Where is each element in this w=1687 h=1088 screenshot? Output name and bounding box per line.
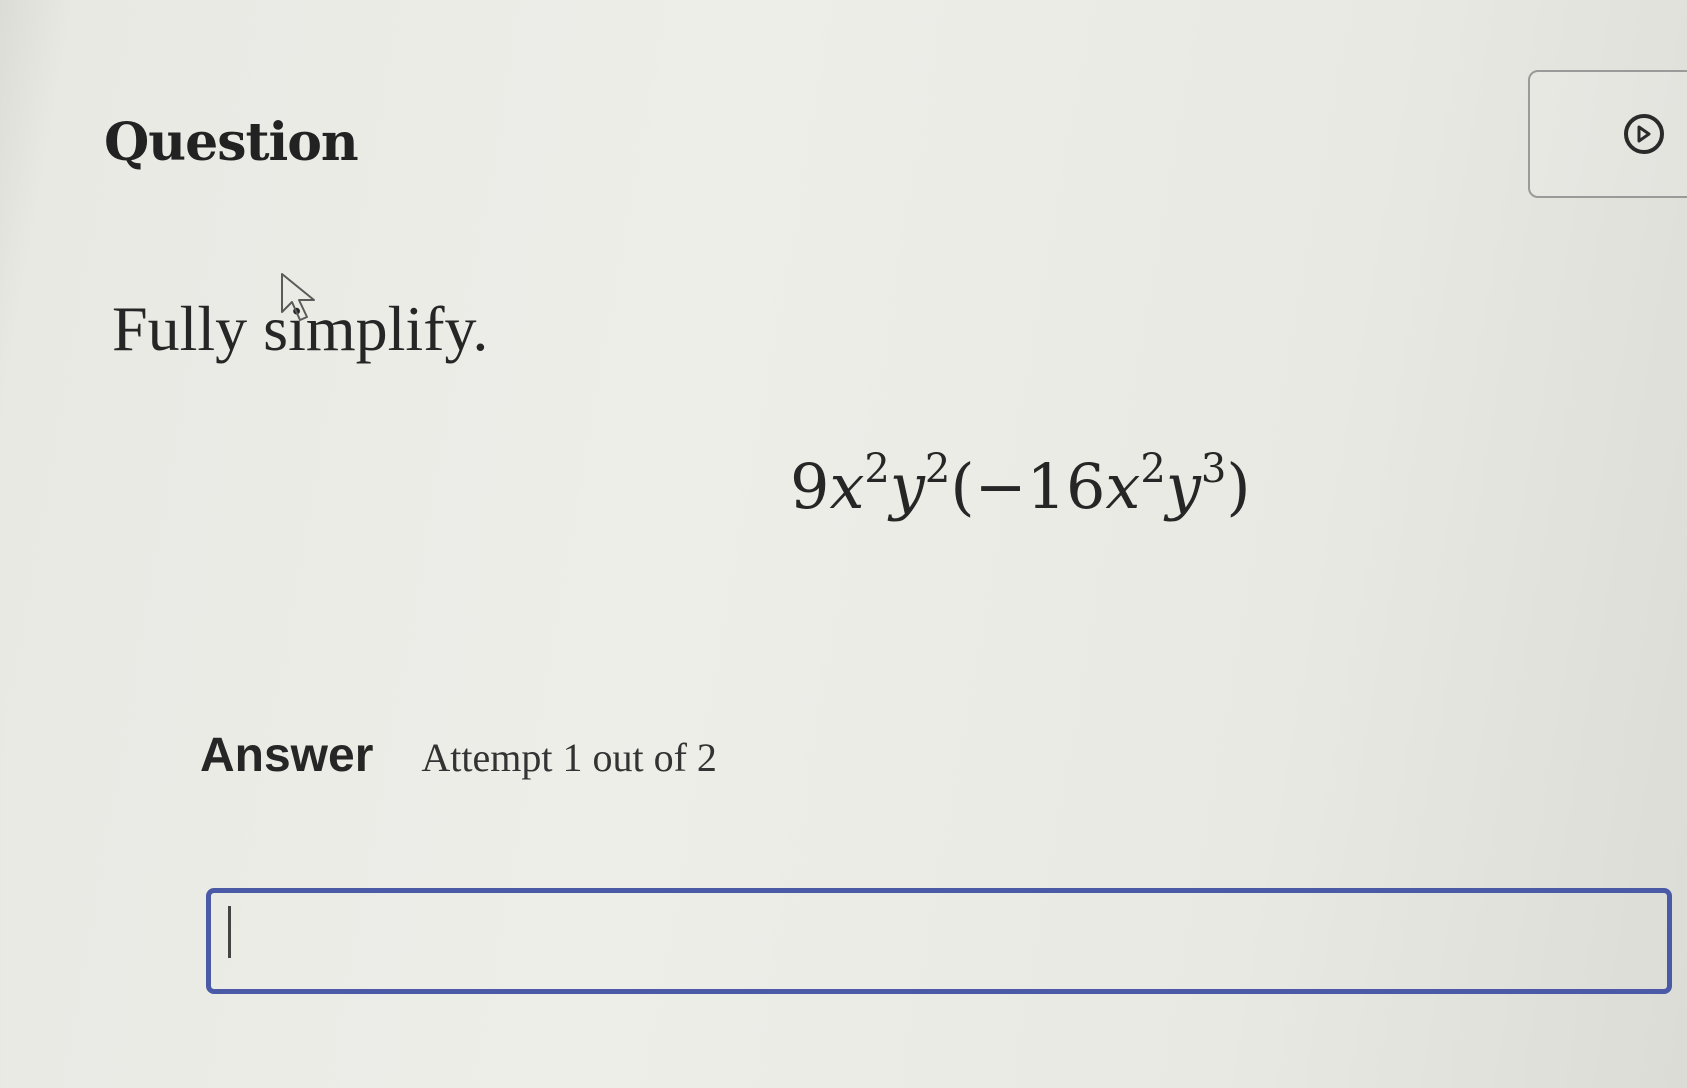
expr-exp-1: 2 — [864, 446, 890, 492]
expr-open-paren: ( — [950, 450, 975, 523]
expr-coef-2: −16 — [974, 450, 1106, 523]
question-title: Question — [104, 112, 359, 173]
answer-row: Answer Attempt 1 out of 2 — [200, 728, 717, 783]
expr-var-x2: x — [1105, 450, 1141, 523]
answer-label: Answer — [200, 729, 374, 782]
expr-close-paren: ) — [1226, 450, 1251, 523]
expr-exp-2: 2 — [924, 446, 951, 492]
expr-var-y2: y — [1165, 450, 1201, 523]
expr-exp-3: 2 — [1140, 446, 1166, 492]
expr-var-x1: x — [829, 450, 865, 523]
mouse-pointer-icon — [281, 273, 315, 321]
expr-exp-4: 3 — [1200, 446, 1227, 492]
answer-input[interactable] — [206, 888, 1672, 994]
play-circle-icon[interactable] — [1624, 114, 1664, 154]
math-expression: 9x2y2(−16x2y3) — [790, 446, 1251, 523]
text-caret — [228, 906, 231, 958]
expr-var-y1: y — [889, 450, 925, 523]
play-triangle-icon — [1637, 125, 1651, 143]
expr-coef-1: 9 — [790, 450, 830, 523]
attempt-counter: Attempt 1 out of 2 — [421, 735, 717, 780]
